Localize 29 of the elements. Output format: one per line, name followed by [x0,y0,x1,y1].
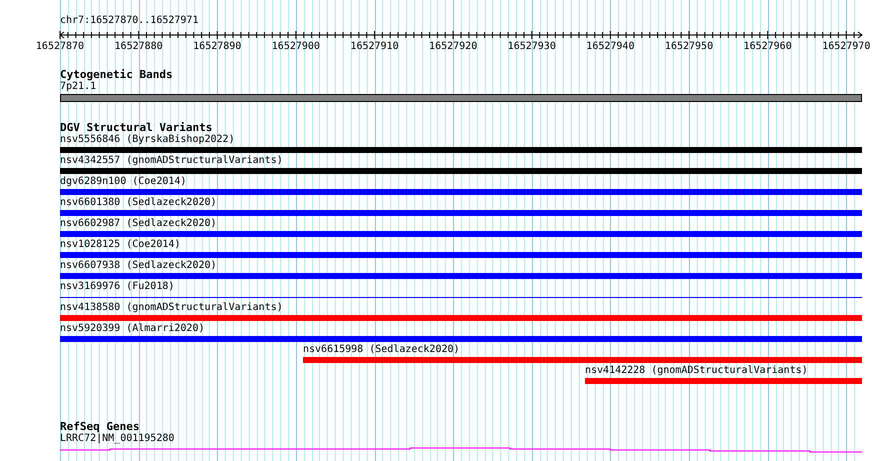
tick-label: 16527950 [664,41,714,52]
tick-label: 16527960 [744,41,792,52]
feature-label: nsv6615998 (Sedlazeck2020) [303,344,460,355]
tick-label: 16527880 [114,41,163,52]
feature-label: nsv4138580 (gnomADStructuralVariants) [60,302,283,313]
tick-label: 16527940 [586,41,634,52]
tick-label: 16527930 [508,41,556,52]
region-label: chr7:16527870..16527971 [60,15,198,26]
feature-label: nsv6601380 (Sedlazeck2020) [60,197,217,208]
feature-label: nsv1028125 (Coe2014) [60,239,180,250]
track-title: Cytogenetic Bands [60,69,173,81]
track-title: RefSeq Genes [60,421,140,433]
tick-label: 16527910 [350,41,399,52]
feature-label: LRRC72|NM_001195280 [60,433,174,444]
feature-label: nsv6602987 (Sedlazeck2020) [60,218,217,229]
feature-label: nsv4342557 (gnomADStructuralVariants) [60,155,283,166]
tick-label: 16527970 [822,41,870,52]
track-title: DGV Structural Variants [60,122,212,134]
feature-label: nsv4142228 (gnomADStructuralVariants) [585,365,808,376]
tick-label: 16527870 [36,41,84,52]
feature-label: nsv3169976 (Fu2018) [60,281,174,292]
feature-label: nsv6607938 (Sedlazeck2020) [60,260,217,271]
tick-label: 16527890 [193,41,242,52]
feature-label: 7p21.1 [60,81,96,92]
feature-label: nsv5556846 (ByrskaBishop2022) [60,134,235,145]
feature-label: dgv6289n100 (Coe2014) [60,176,186,187]
tick-label: 16527900 [272,41,320,52]
tick-label: 16527920 [429,41,478,52]
feature-label: nsv5920399 (Almarri2020) [60,323,204,334]
